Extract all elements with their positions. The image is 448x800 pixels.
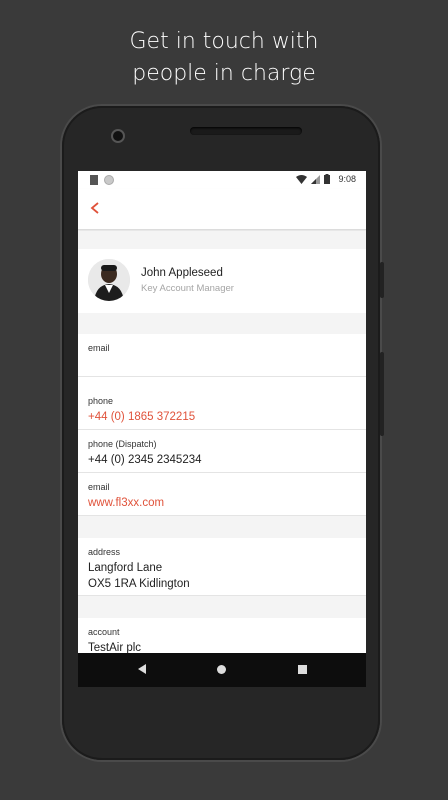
section-spacer (78, 596, 366, 618)
contact-profile: John Appleseed Key Account Manager (78, 249, 366, 313)
email-field[interactable]: email (78, 334, 366, 377)
field-label: phone (Dispatch) (88, 439, 157, 449)
phone-dispatch-field[interactable]: phone (Dispatch) +44 (0) 2345 2345234 (78, 430, 366, 473)
notification-dot-icon (104, 175, 114, 185)
chevron-left-icon (90, 202, 99, 214)
nav-home-icon[interactable] (217, 665, 226, 674)
field-label: email (88, 482, 110, 492)
section-spacer (78, 377, 366, 387)
contact-name: John Appleseed (141, 267, 223, 279)
sim-card-icon (90, 175, 98, 185)
field-label: phone (88, 396, 114, 406)
status-time: 9:08 (338, 174, 356, 184)
earpiece-speaker (190, 127, 302, 135)
website-field[interactable]: email www.fl3xx.com (78, 473, 366, 516)
field-value: +44 (0) 2345 2345234 (88, 454, 202, 466)
address-line-2: OX5 1RA Kidlington (88, 578, 190, 590)
contact-role: Key Account Manager (141, 283, 234, 294)
cellular-signal-icon (311, 174, 321, 184)
battery-icon (324, 174, 331, 184)
phone-field[interactable]: phone +44 (0) 1865 372215 (78, 387, 366, 430)
website-link[interactable]: www.fl3xx.com (88, 495, 356, 511)
phone-power-button (380, 262, 384, 298)
wifi-icon (296, 174, 308, 184)
address-line-1: Langford Lane (88, 562, 163, 574)
back-button[interactable] (88, 197, 110, 221)
field-label: email (88, 343, 110, 353)
field-label: account (88, 627, 120, 637)
status-bar: 9:08 (78, 171, 366, 189)
nav-back-icon[interactable] (138, 664, 146, 674)
headline-line-2: people in charge (132, 61, 316, 86)
promo-headline: Get in touch with people in charge (0, 26, 448, 90)
phone-screen: 9:08 John Appleseed Key Account Manager … (78, 171, 366, 687)
phone-volume-button (380, 352, 384, 436)
system-nav-bar (78, 653, 366, 687)
app-bar (78, 189, 366, 230)
field-label: address (88, 547, 121, 557)
nav-recents-icon[interactable] (298, 665, 307, 674)
front-camera (111, 129, 125, 143)
phone-link[interactable]: +44 (0) 1865 372215 (88, 409, 356, 425)
section-spacer (78, 313, 366, 334)
headline-line-1: Get in touch with (129, 29, 319, 54)
address-field[interactable]: address Langford Lane OX5 1RA Kidlington (78, 538, 366, 596)
avatar-photo (88, 259, 130, 301)
contact-detail-list: John Appleseed Key Account Manager email… (78, 231, 366, 662)
section-spacer (78, 231, 366, 249)
avatar (88, 259, 130, 301)
section-spacer (78, 516, 366, 538)
